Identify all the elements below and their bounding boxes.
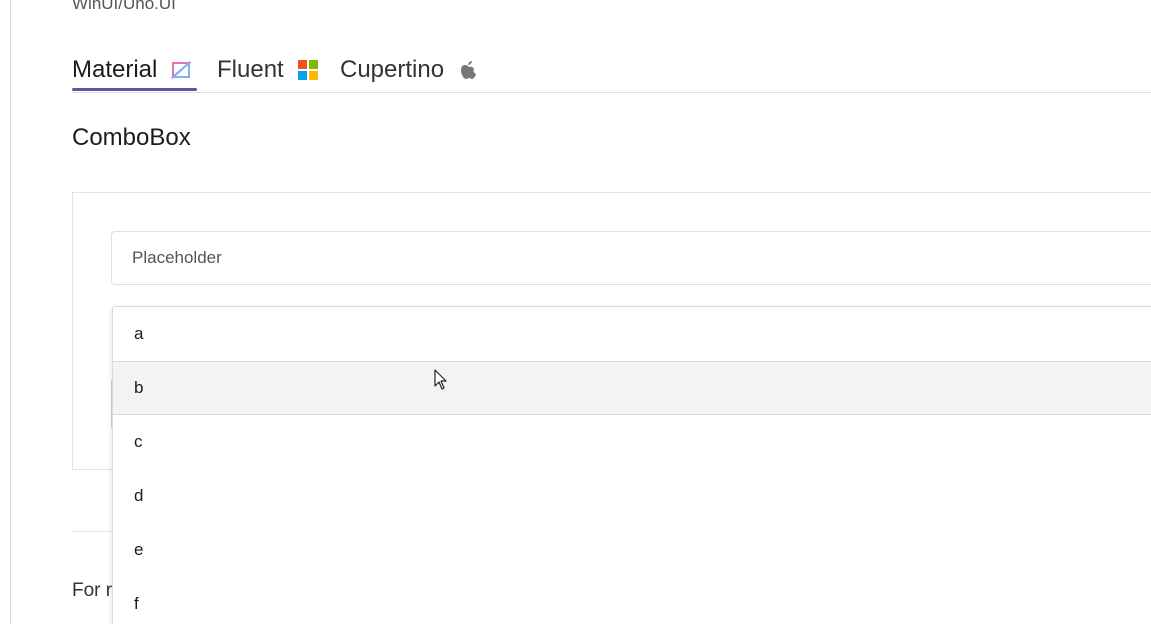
option-label: e: [134, 540, 144, 559]
apple-logo-icon: [461, 61, 477, 79]
option-label: d: [134, 486, 144, 505]
tab-fluent[interactable]: Fluent: [217, 50, 318, 90]
page: WinUI/Uno.UI Material Fluent Cupertino C…: [0, 0, 1151, 624]
design-system-tabs: Material Fluent Cupertino: [72, 50, 1151, 93]
dropdown-option-e[interactable]: e: [113, 523, 1151, 577]
left-border: [10, 0, 11, 624]
dropdown-option-a[interactable]: a: [113, 307, 1151, 361]
combobox-dropdown-list: a b c d e f: [112, 306, 1151, 624]
dropdown-option-f[interactable]: f: [113, 577, 1151, 624]
dropdown-option-d[interactable]: d: [113, 469, 1151, 523]
breadcrumb: WinUI/Uno.UI: [72, 0, 176, 13]
tab-label: Cupertino: [340, 56, 445, 83]
option-label: a: [134, 324, 144, 343]
material-logo-icon: [171, 60, 192, 80]
windows-logo-icon: [297, 60, 318, 80]
tab-label: Fluent: [217, 56, 284, 83]
placeholder-combobox[interactable]: Placeholder: [111, 231, 1151, 285]
page-title: ComboBox: [72, 124, 191, 151]
active-tab-indicator: [72, 88, 197, 91]
tab-label: Material: [72, 56, 158, 83]
dropdown-option-c[interactable]: c: [113, 415, 1151, 469]
tab-cupertino[interactable]: Cupertino: [340, 50, 478, 90]
footer-text: For r: [72, 580, 113, 601]
option-label: c: [134, 432, 143, 451]
combobox-placeholder-text: Placeholder: [132, 248, 222, 267]
dropdown-option-b[interactable]: b: [113, 361, 1151, 415]
option-label: b: [134, 378, 144, 397]
tab-material[interactable]: Material: [72, 50, 197, 91]
option-label: f: [134, 594, 139, 613]
